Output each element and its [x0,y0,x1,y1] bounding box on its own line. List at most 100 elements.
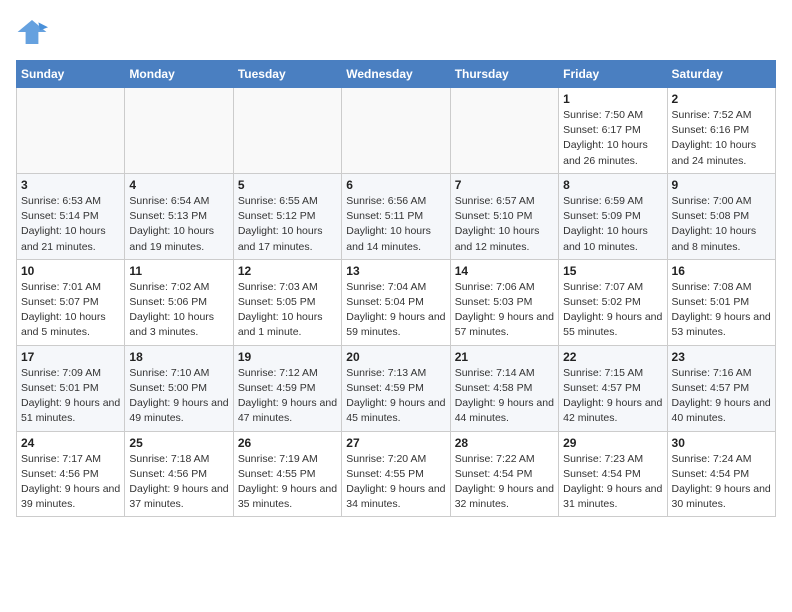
day-info: Sunrise: 7:17 AMSunset: 4:56 PMDaylight:… [21,452,120,513]
calendar-cell: 27 Sunrise: 7:20 AMSunset: 4:55 PMDayligh… [342,431,450,517]
day-info: Sunrise: 6:54 AMSunset: 5:13 PMDaylight:… [129,194,228,255]
day-number: 13 [346,264,445,278]
day-info: Sunrise: 7:04 AMSunset: 5:04 PMDaylight:… [346,280,445,341]
calendar-cell: 24 Sunrise: 7:17 AMSunset: 4:56 PMDayligh… [17,431,125,517]
day-info: Sunrise: 7:02 AMSunset: 5:06 PMDaylight:… [129,280,228,341]
day-info: Sunrise: 6:53 AMSunset: 5:14 PMDaylight:… [21,194,120,255]
calendar-cell [450,88,558,174]
calendar-cell: 17 Sunrise: 7:09 AMSunset: 5:01 PMDayligh… [17,345,125,431]
day-number: 6 [346,178,445,192]
day-info: Sunrise: 6:56 AMSunset: 5:11 PMDaylight:… [346,194,445,255]
day-info: Sunrise: 7:12 AMSunset: 4:59 PMDaylight:… [238,366,337,427]
calendar-cell: 8 Sunrise: 6:59 AMSunset: 5:09 PMDaylight… [559,173,667,259]
day-number: 10 [21,264,120,278]
logo [16,16,52,48]
day-info: Sunrise: 7:52 AMSunset: 6:16 PMDaylight:… [672,108,771,169]
calendar-cell: 28 Sunrise: 7:22 AMSunset: 4:54 PMDayligh… [450,431,558,517]
calendar-week-row: 24 Sunrise: 7:17 AMSunset: 4:56 PMDayligh… [17,431,776,517]
day-number: 14 [455,264,554,278]
day-info: Sunrise: 7:22 AMSunset: 4:54 PMDaylight:… [455,452,554,513]
day-info: Sunrise: 7:13 AMSunset: 4:59 PMDaylight:… [346,366,445,427]
day-number: 2 [672,92,771,106]
logo-icon [16,16,48,48]
day-number: 30 [672,436,771,450]
calendar-cell: 6 Sunrise: 6:56 AMSunset: 5:11 PMDaylight… [342,173,450,259]
day-info: Sunrise: 7:20 AMSunset: 4:55 PMDaylight:… [346,452,445,513]
day-number: 27 [346,436,445,450]
calendar-cell: 29 Sunrise: 7:23 AMSunset: 4:54 PMDayligh… [559,431,667,517]
day-number: 11 [129,264,228,278]
day-info: Sunrise: 6:55 AMSunset: 5:12 PMDaylight:… [238,194,337,255]
calendar-cell: 15 Sunrise: 7:07 AMSunset: 5:02 PMDayligh… [559,259,667,345]
calendar-week-row: 10 Sunrise: 7:01 AMSunset: 5:07 PMDayligh… [17,259,776,345]
day-info: Sunrise: 7:01 AMSunset: 5:07 PMDaylight:… [21,280,120,341]
calendar-cell [125,88,233,174]
calendar-cell: 23 Sunrise: 7:16 AMSunset: 4:57 PMDayligh… [667,345,775,431]
day-number: 17 [21,350,120,364]
calendar-cell: 25Sunrise: 7:18 AMSunset: 4:56 PMDayligh… [125,431,233,517]
column-header-monday: Monday [125,61,233,88]
day-number: 29 [563,436,662,450]
calendar-cell: 13 Sunrise: 7:04 AMSunset: 5:04 PMDayligh… [342,259,450,345]
calendar-cell: 19 Sunrise: 7:12 AMSunset: 4:59 PMDayligh… [233,345,341,431]
calendar-cell: 30 Sunrise: 7:24 AMSunset: 4:54 PMDayligh… [667,431,775,517]
calendar-cell: 16Sunrise: 7:08 AMSunset: 5:01 PMDayligh… [667,259,775,345]
day-number: 23 [672,350,771,364]
day-number: 19 [238,350,337,364]
day-number: 28 [455,436,554,450]
day-info: Sunrise: 7:10 AMSunset: 5:00 PMDaylight:… [129,366,228,427]
day-info: Sunrise: 7:00 AMSunset: 5:08 PMDaylight:… [672,194,771,255]
calendar-header-row: SundayMondayTuesdayWednesdayThursdayFrid… [17,61,776,88]
day-number: 7 [455,178,554,192]
day-info: Sunrise: 7:07 AMSunset: 5:02 PMDaylight:… [563,280,662,341]
day-info: Sunrise: 7:14 AMSunset: 4:58 PMDaylight:… [455,366,554,427]
calendar-cell: 20 Sunrise: 7:13 AMSunset: 4:59 PMDayligh… [342,345,450,431]
calendar-cell: 5 Sunrise: 6:55 AMSunset: 5:12 PMDaylight… [233,173,341,259]
day-number: 15 [563,264,662,278]
calendar-cell [342,88,450,174]
calendar-week-row: 17 Sunrise: 7:09 AMSunset: 5:01 PMDayligh… [17,345,776,431]
calendar-cell: 10 Sunrise: 7:01 AMSunset: 5:07 PMDayligh… [17,259,125,345]
calendar-cell: 18 Sunrise: 7:10 AMSunset: 5:00 PMDayligh… [125,345,233,431]
calendar-cell: 1Sunrise: 7:50 AMSunset: 6:17 PMDaylight… [559,88,667,174]
column-header-saturday: Saturday [667,61,775,88]
day-number: 26 [238,436,337,450]
calendar-cell: 26Sunrise: 7:19 AMSunset: 4:55 PMDayligh… [233,431,341,517]
calendar-cell: 9Sunrise: 7:00 AMSunset: 5:08 PMDaylight… [667,173,775,259]
day-number: 4 [129,178,228,192]
day-info: Sunrise: 7:18 AMSunset: 4:56 PMDaylight:… [129,452,228,513]
day-info: Sunrise: 7:16 AMSunset: 4:57 PMDaylight:… [672,366,771,427]
day-number: 8 [563,178,662,192]
calendar-cell: 7 Sunrise: 6:57 AMSunset: 5:10 PMDaylight… [450,173,558,259]
calendar-week-row: 1Sunrise: 7:50 AMSunset: 6:17 PMDaylight… [17,88,776,174]
day-number: 16 [672,264,771,278]
calendar-table: SundayMondayTuesdayWednesdayThursdayFrid… [16,60,776,517]
day-info: Sunrise: 7:06 AMSunset: 5:03 PMDaylight:… [455,280,554,341]
day-info: Sunrise: 7:09 AMSunset: 5:01 PMDaylight:… [21,366,120,427]
day-info: Sunrise: 7:15 AMSunset: 4:57 PMDaylight:… [563,366,662,427]
column-header-wednesday: Wednesday [342,61,450,88]
day-number: 5 [238,178,337,192]
calendar-cell: 12Sunrise: 7:03 AMSunset: 5:05 PMDayligh… [233,259,341,345]
calendar-cell: 11 Sunrise: 7:02 AMSunset: 5:06 PMDayligh… [125,259,233,345]
day-number: 3 [21,178,120,192]
calendar-cell: 22Sunrise: 7:15 AMSunset: 4:57 PMDayligh… [559,345,667,431]
day-number: 24 [21,436,120,450]
day-number: 1 [563,92,662,106]
column-header-thursday: Thursday [450,61,558,88]
day-info: Sunrise: 6:57 AMSunset: 5:10 PMDaylight:… [455,194,554,255]
day-info: Sunrise: 6:59 AMSunset: 5:09 PMDaylight:… [563,194,662,255]
column-header-friday: Friday [559,61,667,88]
day-info: Sunrise: 7:23 AMSunset: 4:54 PMDaylight:… [563,452,662,513]
calendar-week-row: 3 Sunrise: 6:53 AMSunset: 5:14 PMDaylight… [17,173,776,259]
calendar-cell: 2 Sunrise: 7:52 AMSunset: 6:16 PMDaylight… [667,88,775,174]
page-header [16,16,776,48]
day-number: 21 [455,350,554,364]
day-number: 20 [346,350,445,364]
calendar-cell: 3 Sunrise: 6:53 AMSunset: 5:14 PMDaylight… [17,173,125,259]
column-header-sunday: Sunday [17,61,125,88]
calendar-cell [233,88,341,174]
day-number: 18 [129,350,228,364]
day-info: Sunrise: 7:24 AMSunset: 4:54 PMDaylight:… [672,452,771,513]
calendar-cell: 4 Sunrise: 6:54 AMSunset: 5:13 PMDaylight… [125,173,233,259]
